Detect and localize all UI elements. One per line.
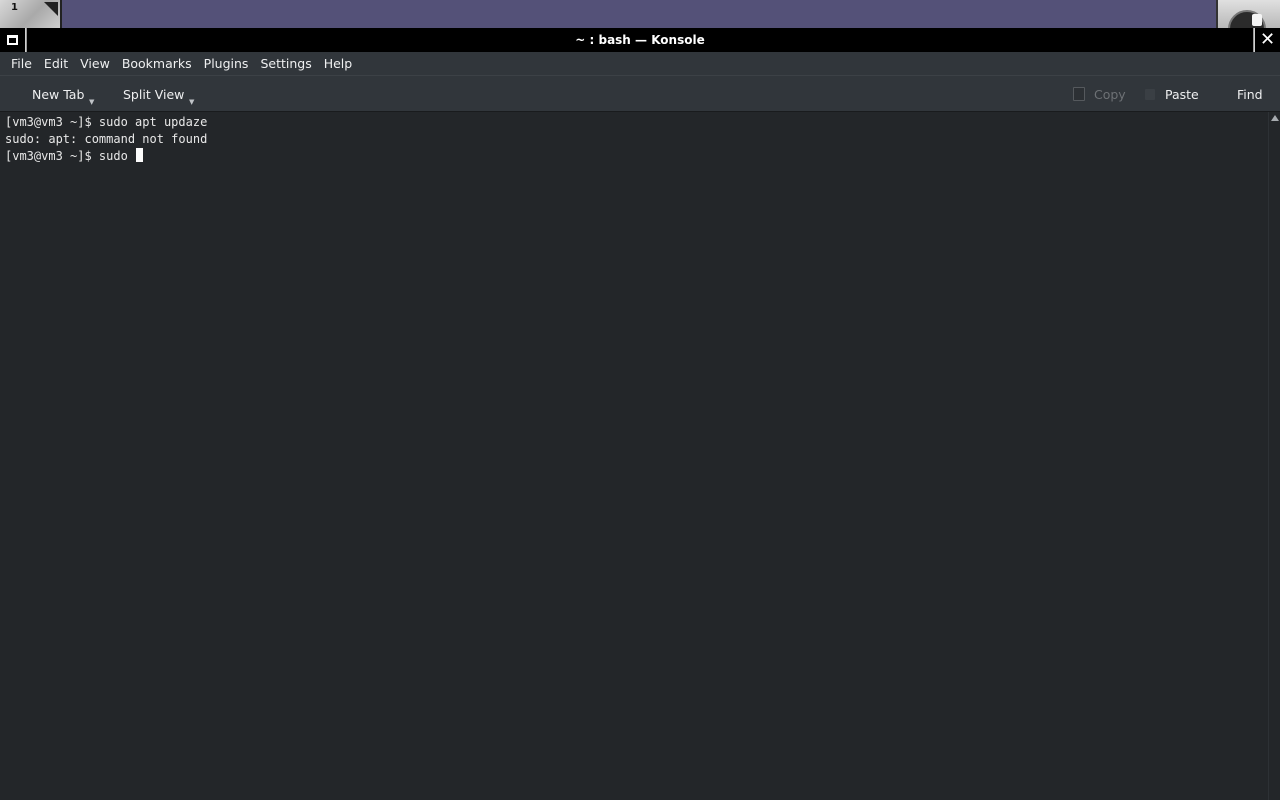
- menu-view[interactable]: View: [74, 52, 116, 75]
- clip-notch-icon: [1252, 14, 1262, 26]
- paste-button[interactable]: Paste: [1145, 76, 1199, 112]
- menu-edit[interactable]: Edit: [38, 52, 74, 75]
- menu-help[interactable]: Help: [318, 52, 359, 75]
- menu-settings[interactable]: Settings: [254, 52, 317, 75]
- menu-file[interactable]: File: [5, 52, 38, 75]
- terminal-line: sudo: apt: command not found: [5, 132, 208, 146]
- workspace-corner-icon: [44, 2, 58, 16]
- terminal-prompt-line[interactable]: [vm3@vm3 ~]$ sudo: [5, 148, 1268, 165]
- maximize-button[interactable]: [0, 28, 26, 52]
- dock-clip[interactable]: [1216, 0, 1280, 48]
- window-title: ~ : bash — Konsole: [575, 33, 705, 47]
- split-view-dropdown-icon[interactable]: ▼: [189, 98, 194, 106]
- main-toolbar: New Tab ▼ Split View ▼ Copy Paste Find: [0, 75, 1280, 112]
- copy-button[interactable]: Copy: [1073, 76, 1126, 112]
- terminal-prompt-text: [vm3@vm3 ~]$ sudo: [5, 149, 136, 163]
- maximize-icon: [7, 35, 18, 45]
- copy-label: Copy: [1094, 86, 1126, 102]
- terminal-output[interactable]: [vm3@vm3 ~]$ sudo apt updaze sudo: apt: …: [0, 112, 1268, 800]
- find-button[interactable]: Find: [1237, 76, 1263, 112]
- workspace-pager[interactable]: 1: [0, 0, 62, 28]
- title-area[interactable]: ~ : bash — Konsole: [26, 28, 1254, 52]
- menu-bar: File Edit View Bookmarks Plugins Setting…: [0, 52, 1280, 75]
- terminal-scrollbar[interactable]: [1268, 112, 1280, 800]
- text-cursor: [136, 148, 144, 162]
- find-label: Find: [1237, 86, 1263, 102]
- menu-bookmarks[interactable]: Bookmarks: [116, 52, 198, 75]
- paste-icon: [1145, 88, 1155, 100]
- copy-icon: [1073, 84, 1089, 101]
- konsole-window: ~ : bash — Konsole ✕ File Edit View Book…: [0, 28, 1280, 800]
- scroll-up-arrow-icon[interactable]: [1271, 115, 1279, 121]
- workspace-number: 1: [11, 2, 18, 13]
- split-view-button[interactable]: Split View ▼: [123, 76, 194, 112]
- close-button[interactable]: ✕: [1254, 28, 1280, 52]
- new-tab-dropdown-icon[interactable]: ▼: [89, 98, 94, 106]
- close-icon: ✕: [1259, 29, 1276, 50]
- window-titlebar[interactable]: ~ : bash — Konsole ✕: [0, 28, 1280, 52]
- desktop-top-bar: 1: [0, 0, 1280, 48]
- new-tab-label: New Tab: [32, 86, 85, 102]
- new-tab-button[interactable]: New Tab ▼: [32, 76, 94, 112]
- paste-label: Paste: [1165, 86, 1199, 102]
- split-view-label: Split View: [123, 86, 185, 102]
- terminal-line: [vm3@vm3 ~]$ sudo apt updaze: [5, 115, 208, 129]
- menu-plugins[interactable]: Plugins: [198, 52, 255, 75]
